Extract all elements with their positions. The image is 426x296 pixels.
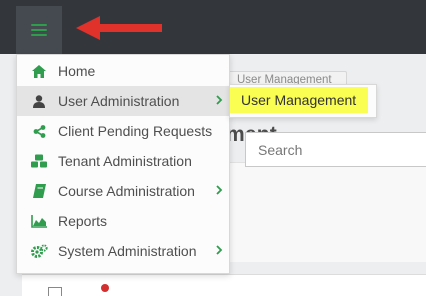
chevron-right-icon [216, 95, 223, 105]
menu-item-label: Client Pending Requests [58, 123, 213, 139]
menu-item-system-administration[interactable]: System Administration [17, 236, 229, 266]
menu-item-course-administration[interactable]: Course Administration [17, 176, 229, 206]
chevron-right-icon [216, 185, 223, 195]
content-card [222, 162, 426, 262]
menu-item-client-pending-requests[interactable]: Client Pending Requests [17, 116, 229, 146]
home-icon [30, 63, 48, 79]
menu-item-reports[interactable]: Reports [17, 206, 229, 236]
book-icon [30, 183, 48, 199]
menu-item-label: System Administration [58, 243, 197, 259]
row-checkbox[interactable] [48, 287, 62, 296]
table-row[interactable] [22, 274, 426, 296]
menu-item-label: Course Administration [58, 183, 195, 199]
hamburger-menu-button[interactable] [16, 6, 62, 54]
hamburger-icon [31, 24, 47, 36]
menu-item-label: User Administration [58, 93, 180, 109]
red-arrow-icon [76, 16, 162, 40]
menu-item-label: Reports [58, 213, 108, 229]
user-status-icon [101, 284, 109, 292]
chevron-right-icon [216, 245, 223, 255]
menu-item-label: Tenant Administration [58, 153, 192, 169]
app-window: User Management ment Home User Administr… [0, 0, 426, 296]
top-navigation-bar [0, 0, 426, 54]
menu-item-label: Home [58, 63, 96, 79]
menu-item-home[interactable]: Home [17, 56, 229, 86]
menu-item-user-administration[interactable]: User Administration [17, 86, 229, 116]
user-administration-submenu: User Management [229, 84, 377, 118]
share-icon [30, 123, 48, 139]
submenu-item-user-management[interactable]: User Management [230, 87, 369, 113]
chart-area-icon [30, 213, 48, 229]
tenant-icon [30, 153, 48, 169]
main-dropdown-menu: Home User Administration Client Pending … [16, 54, 230, 274]
user-icon [30, 93, 48, 109]
cogs-icon [30, 243, 48, 259]
search-input[interactable] [245, 132, 426, 167]
menu-item-tenant-administration[interactable]: Tenant Administration [17, 146, 229, 176]
